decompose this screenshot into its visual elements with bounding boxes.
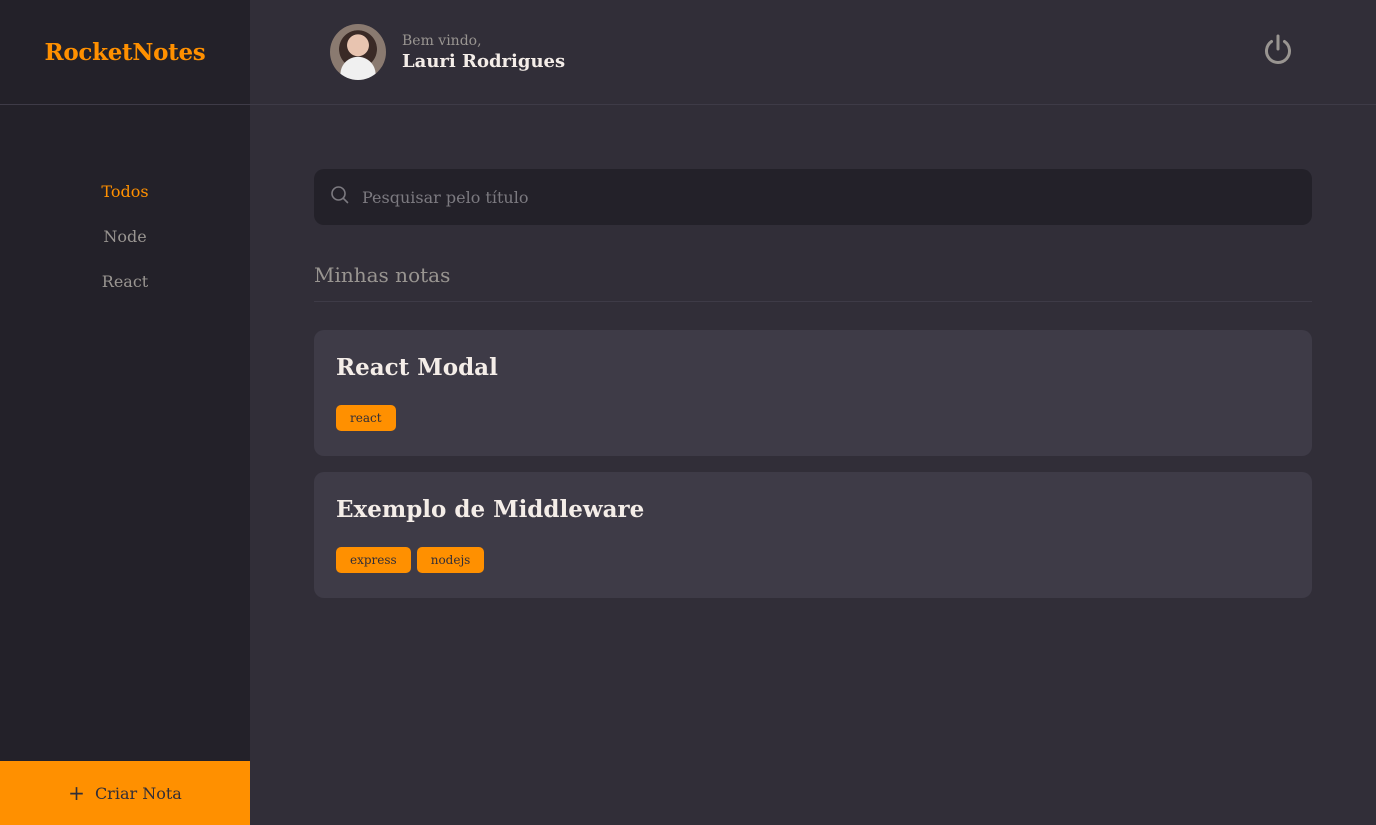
user-name: Lauri Rodrigues xyxy=(402,50,566,72)
tag: nodejs xyxy=(416,547,485,573)
search-bar xyxy=(314,169,1312,225)
note-card[interactable]: Exemplo de Middleware express nodejs xyxy=(314,472,1312,598)
note-tags: react xyxy=(336,405,1290,431)
notes-list: React Modal react Exemplo de Middleware … xyxy=(314,330,1312,598)
tag: express xyxy=(336,547,411,573)
note-title: React Modal xyxy=(336,354,498,381)
power-icon[interactable] xyxy=(1260,32,1296,68)
header: Bem vindo, Lauri Rodrigues xyxy=(250,0,1376,105)
welcome-block: Bem vindo, Lauri Rodrigues xyxy=(402,33,565,72)
brand-logo-text: RocketNotes xyxy=(44,38,206,66)
tag: react xyxy=(336,405,396,431)
sidebar: RocketNotes Todos Node React + Criar Not… xyxy=(0,0,250,825)
main-content: Minhas notas React Modal react Exemplo d… xyxy=(314,169,1312,598)
create-note-button[interactable]: + Criar Nota xyxy=(0,761,250,825)
search-input[interactable] xyxy=(362,187,1296,207)
avatar[interactable] xyxy=(330,24,386,80)
note-title: Exemplo de Middleware xyxy=(336,496,645,523)
app: RocketNotes Todos Node React + Criar Not… xyxy=(0,0,1376,825)
greeting-text: Bem vindo, xyxy=(402,32,482,49)
sidebar-item-node[interactable]: Node xyxy=(0,214,250,259)
note-tags: express nodejs xyxy=(336,547,1290,573)
create-note-label: Criar Nota xyxy=(94,783,182,803)
search-icon xyxy=(330,185,350,209)
brand: RocketNotes xyxy=(0,0,250,105)
sidebar-item-react[interactable]: React xyxy=(0,259,250,304)
sidebar-item-todos[interactable]: Todos xyxy=(0,169,250,214)
note-card[interactable]: React Modal react xyxy=(314,330,1312,456)
tag-nav: Todos Node React xyxy=(0,105,250,304)
user-profile[interactable]: Bem vindo, Lauri Rodrigues xyxy=(330,24,565,80)
section-title: Minhas notas xyxy=(314,263,1312,302)
plus-icon: + xyxy=(68,781,85,805)
